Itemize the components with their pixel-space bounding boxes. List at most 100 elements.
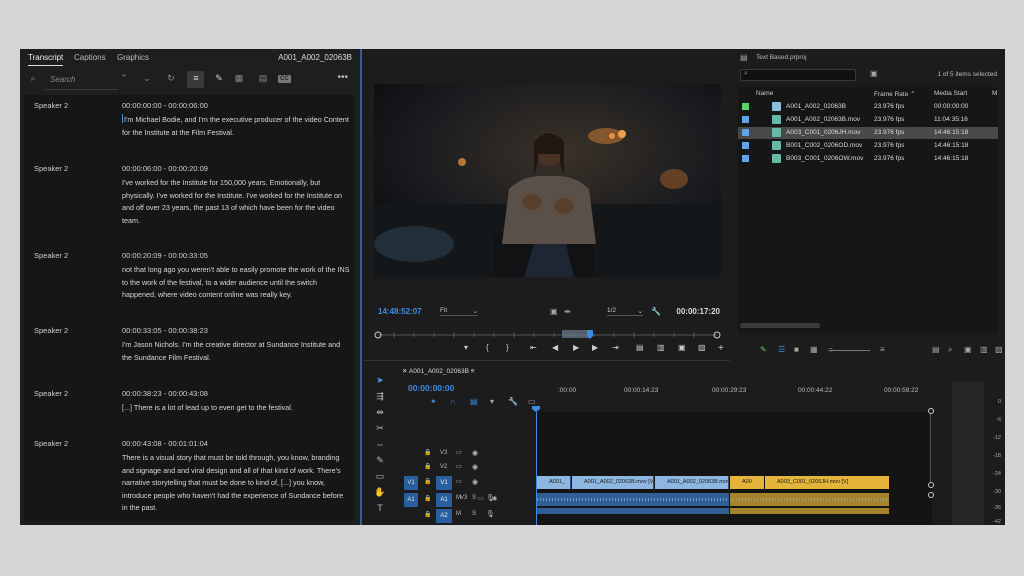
scroll-handle[interactable]	[928, 492, 934, 498]
marker-icon[interactable]: ▾	[490, 397, 494, 406]
wrench-icon[interactable]: 🔧	[508, 397, 518, 406]
timeline-clip[interactable]: A001_A002_02063B.mov [V]	[655, 476, 729, 489]
timeline-clip[interactable]: A003_C001_0206JH.mov [V]	[765, 476, 889, 489]
speaker-label[interactable]: Speaker 2	[34, 101, 68, 110]
mark-out-icon[interactable]: }	[506, 343, 509, 352]
captions-track-icon[interactable]: ▭	[528, 397, 536, 406]
add-button-icon[interactable]: +	[718, 343, 724, 354]
safe-margins-icon[interactable]: ▣	[550, 307, 558, 316]
merge-icon[interactable]: ▦	[232, 73, 246, 84]
automate-icon[interactable]: ▤	[932, 345, 940, 354]
mute-button[interactable]: M	[456, 511, 461, 517]
segment-text[interactable]: not that long ago you weren't able to ea…	[122, 264, 350, 302]
eye-icon[interactable]: ◉	[472, 463, 478, 471]
search-icon[interactable]: ⌕	[26, 73, 40, 84]
pencil-icon[interactable]: ✎	[212, 73, 226, 84]
audio-clip[interactable]	[730, 493, 889, 506]
segment-text[interactable]: I'm Michael Bodie, and I'm the executive…	[122, 114, 350, 139]
group-icon[interactable]: ▤	[256, 73, 270, 84]
rectangle-tool-icon[interactable]: ▭	[374, 471, 386, 482]
insert-marker-icon[interactable]: ⇹	[564, 307, 571, 316]
slip-tool-icon[interactable]: ⇔	[374, 439, 386, 449]
track-target-v1[interactable]: V1	[436, 476, 452, 490]
tab-transcript[interactable]: Transcript	[28, 53, 64, 66]
lock-icon[interactable]: 🔒	[424, 449, 431, 456]
audio-clip[interactable]	[537, 493, 729, 506]
video-frame[interactable]	[374, 84, 721, 277]
solo-button[interactable]: S	[472, 495, 476, 501]
zoom-select[interactable]: Fit ⌄	[440, 307, 478, 316]
sequence-tab[interactable]: ✕ A001_A002_02063B ≡	[402, 367, 475, 375]
transcript-search-input[interactable]: Search	[50, 75, 75, 84]
project-row[interactable]: A001_A002_02063B 23.976 fps 00:00:00:00	[738, 101, 998, 113]
sequence-timecode[interactable]: 00:00:00:00	[408, 383, 454, 393]
new-bin-icon[interactable]: ▣	[964, 345, 972, 354]
sort-icon[interactable]: ≡	[880, 345, 885, 354]
column-media-start[interactable]: Media Start	[934, 90, 967, 97]
new-item-icon[interactable]: ▥	[980, 345, 988, 354]
track-target-a2[interactable]: A2	[436, 509, 452, 523]
insert-icon[interactable]: ▤	[636, 343, 644, 352]
speaker-label[interactable]: Speaker 2	[34, 326, 68, 335]
insert-sequence-icon[interactable]: ▤	[470, 397, 478, 406]
timeline-clip[interactable]: A001_A002_02063B.mov [V]	[572, 476, 654, 489]
mute-button[interactable]: M	[456, 495, 461, 501]
column-name[interactable]: Name	[756, 90, 773, 97]
audio-clip[interactable]	[537, 508, 729, 514]
segment-text[interactable]: I've worked for the Institute for 150,00…	[122, 177, 350, 227]
solo-button[interactable]: S	[472, 511, 476, 517]
film-icon[interactable]: ▭	[456, 478, 462, 485]
audio-clip[interactable]	[730, 508, 889, 514]
scroll-handle[interactable]	[928, 482, 934, 488]
speaker-label[interactable]: Speaker 2	[34, 389, 68, 398]
type-tool-icon[interactable]: T	[374, 503, 386, 513]
resolution-select[interactable]: 1/2 ⌄	[607, 307, 643, 316]
slider-handle-icon[interactable]: ○	[828, 345, 833, 354]
speaker-label[interactable]: Speaker 2	[34, 164, 68, 173]
pen-tool-icon[interactable]: ✎	[374, 455, 386, 466]
lock-icon[interactable]: 🔒	[424, 463, 431, 470]
wrench-icon[interactable]: 🔧	[651, 307, 661, 316]
go-to-in-icon[interactable]: ⇤	[530, 343, 537, 352]
column-more[interactable]: M	[992, 90, 997, 97]
zoom-slider[interactable]	[830, 350, 870, 351]
hand-tool-icon[interactable]: ✋	[374, 487, 386, 498]
new-bin-icon[interactable]: ▣	[870, 69, 878, 78]
step-forward-icon[interactable]: ▶	[592, 343, 598, 352]
timeline-clip[interactable]: A00	[730, 476, 764, 489]
ripple-edit-tool-icon[interactable]: ⇹	[374, 407, 386, 418]
film-icon[interactable]: ▭	[456, 463, 462, 470]
chevron-down-icon[interactable]: ⌄	[140, 73, 154, 84]
eye-icon[interactable]: ◉	[472, 478, 478, 486]
track-select-tool-icon[interactable]: ⇶	[374, 391, 386, 402]
icon-view-icon[interactable]: ■	[794, 345, 799, 354]
segment-text[interactable]: [...] There is a lot of lead up to even …	[122, 402, 350, 415]
scroll-handle[interactable]	[928, 408, 934, 414]
list-view-icon[interactable]: ☰	[778, 345, 785, 354]
project-row[interactable]: A001_A002_02063B.mov 23.976 fps 11:04:35…	[738, 114, 998, 126]
play-icon[interactable]: ▶	[573, 343, 579, 352]
speaker-label[interactable]: Speaker 2	[34, 439, 68, 448]
segment-text[interactable]: I'm Jason Nichols. I'm the creative dire…	[122, 339, 350, 364]
selection-tool-icon[interactable]: ➤	[374, 375, 386, 386]
segment-text[interactable]: There is a visual story that must be tol…	[122, 452, 350, 515]
camera-icon[interactable]: ▣	[678, 343, 686, 352]
column-frame-rate[interactable]: Frame Rate ⌃	[874, 90, 916, 98]
horizontal-scrollbar[interactable]	[740, 323, 820, 328]
razor-tool-icon[interactable]: ✂	[374, 423, 386, 434]
film-icon[interactable]: ▭	[456, 449, 462, 456]
snap-icon[interactable]: ✦	[430, 397, 437, 406]
tab-graphics[interactable]: Graphics	[117, 53, 149, 62]
source-patch-a1[interactable]: A1	[404, 493, 418, 507]
refresh-icon[interactable]: ↻	[164, 73, 178, 84]
lock-icon[interactable]: 🔒	[424, 495, 431, 502]
scroll-track[interactable]	[930, 414, 931, 482]
trash-icon[interactable]: ▧	[995, 345, 1003, 354]
speaker-label[interactable]: Speaker 2	[34, 251, 68, 260]
project-row-selected[interactable]: A003_C001_0206JH.mov 23.976 fps 14:46:15…	[738, 127, 998, 139]
eye-icon[interactable]: ◉	[472, 449, 478, 457]
freeform-view-icon[interactable]: ▦	[810, 345, 818, 354]
project-search-input[interactable]: ⌕	[740, 69, 856, 81]
link-icon[interactable]: ∩	[450, 397, 456, 406]
microphone-icon[interactable]: 🎙	[486, 510, 495, 518]
